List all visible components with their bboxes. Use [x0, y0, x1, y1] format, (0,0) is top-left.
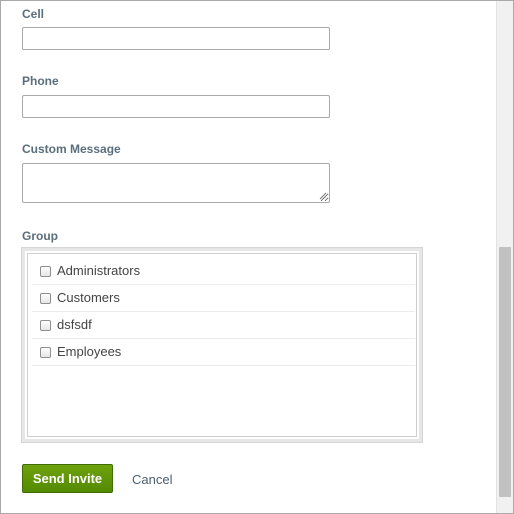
phone-label: Phone	[22, 74, 59, 88]
group-item-dsfsdf[interactable]: dsfsdf	[32, 312, 415, 339]
cell-label: Cell	[22, 7, 45, 21]
administrators-checkbox[interactable]	[40, 266, 51, 277]
group-list-panel: Administrators Customers dsfsdf Employee…	[27, 253, 417, 437]
customers-checkbox[interactable]	[40, 293, 51, 304]
cell-input[interactable]	[22, 27, 330, 50]
dsfsdf-checkbox[interactable]	[40, 320, 51, 331]
group-item-label: Employees	[57, 344, 122, 359]
group-item-label: Customers	[57, 290, 120, 305]
employees-checkbox[interactable]	[40, 347, 51, 358]
custom-message-label: Custom Message	[22, 142, 121, 156]
vertical-scrollbar[interactable]	[496, 1, 513, 513]
invite-form: Cell Phone Custom Message Group Administ…	[1, 1, 496, 513]
send-invite-button[interactable]: Send Invite	[22, 464, 113, 493]
group-item-administrators[interactable]: Administrators	[32, 258, 415, 285]
custom-message-textarea[interactable]	[22, 163, 330, 203]
cancel-link[interactable]: Cancel	[132, 472, 172, 487]
group-label: Group	[22, 229, 58, 243]
group-item-employees[interactable]: Employees	[32, 339, 415, 366]
invite-dialog: Cell Phone Custom Message Group Administ…	[0, 0, 514, 514]
group-item-customers[interactable]: Customers	[32, 285, 415, 312]
phone-input[interactable]	[22, 95, 330, 118]
group-list-box: Administrators Customers dsfsdf Employee…	[21, 247, 423, 443]
group-item-label: Administrators	[57, 263, 141, 278]
group-list: Administrators Customers dsfsdf Employee…	[32, 258, 415, 366]
group-item-label: dsfsdf	[57, 317, 92, 332]
scrollbar-thumb[interactable]	[499, 247, 511, 497]
